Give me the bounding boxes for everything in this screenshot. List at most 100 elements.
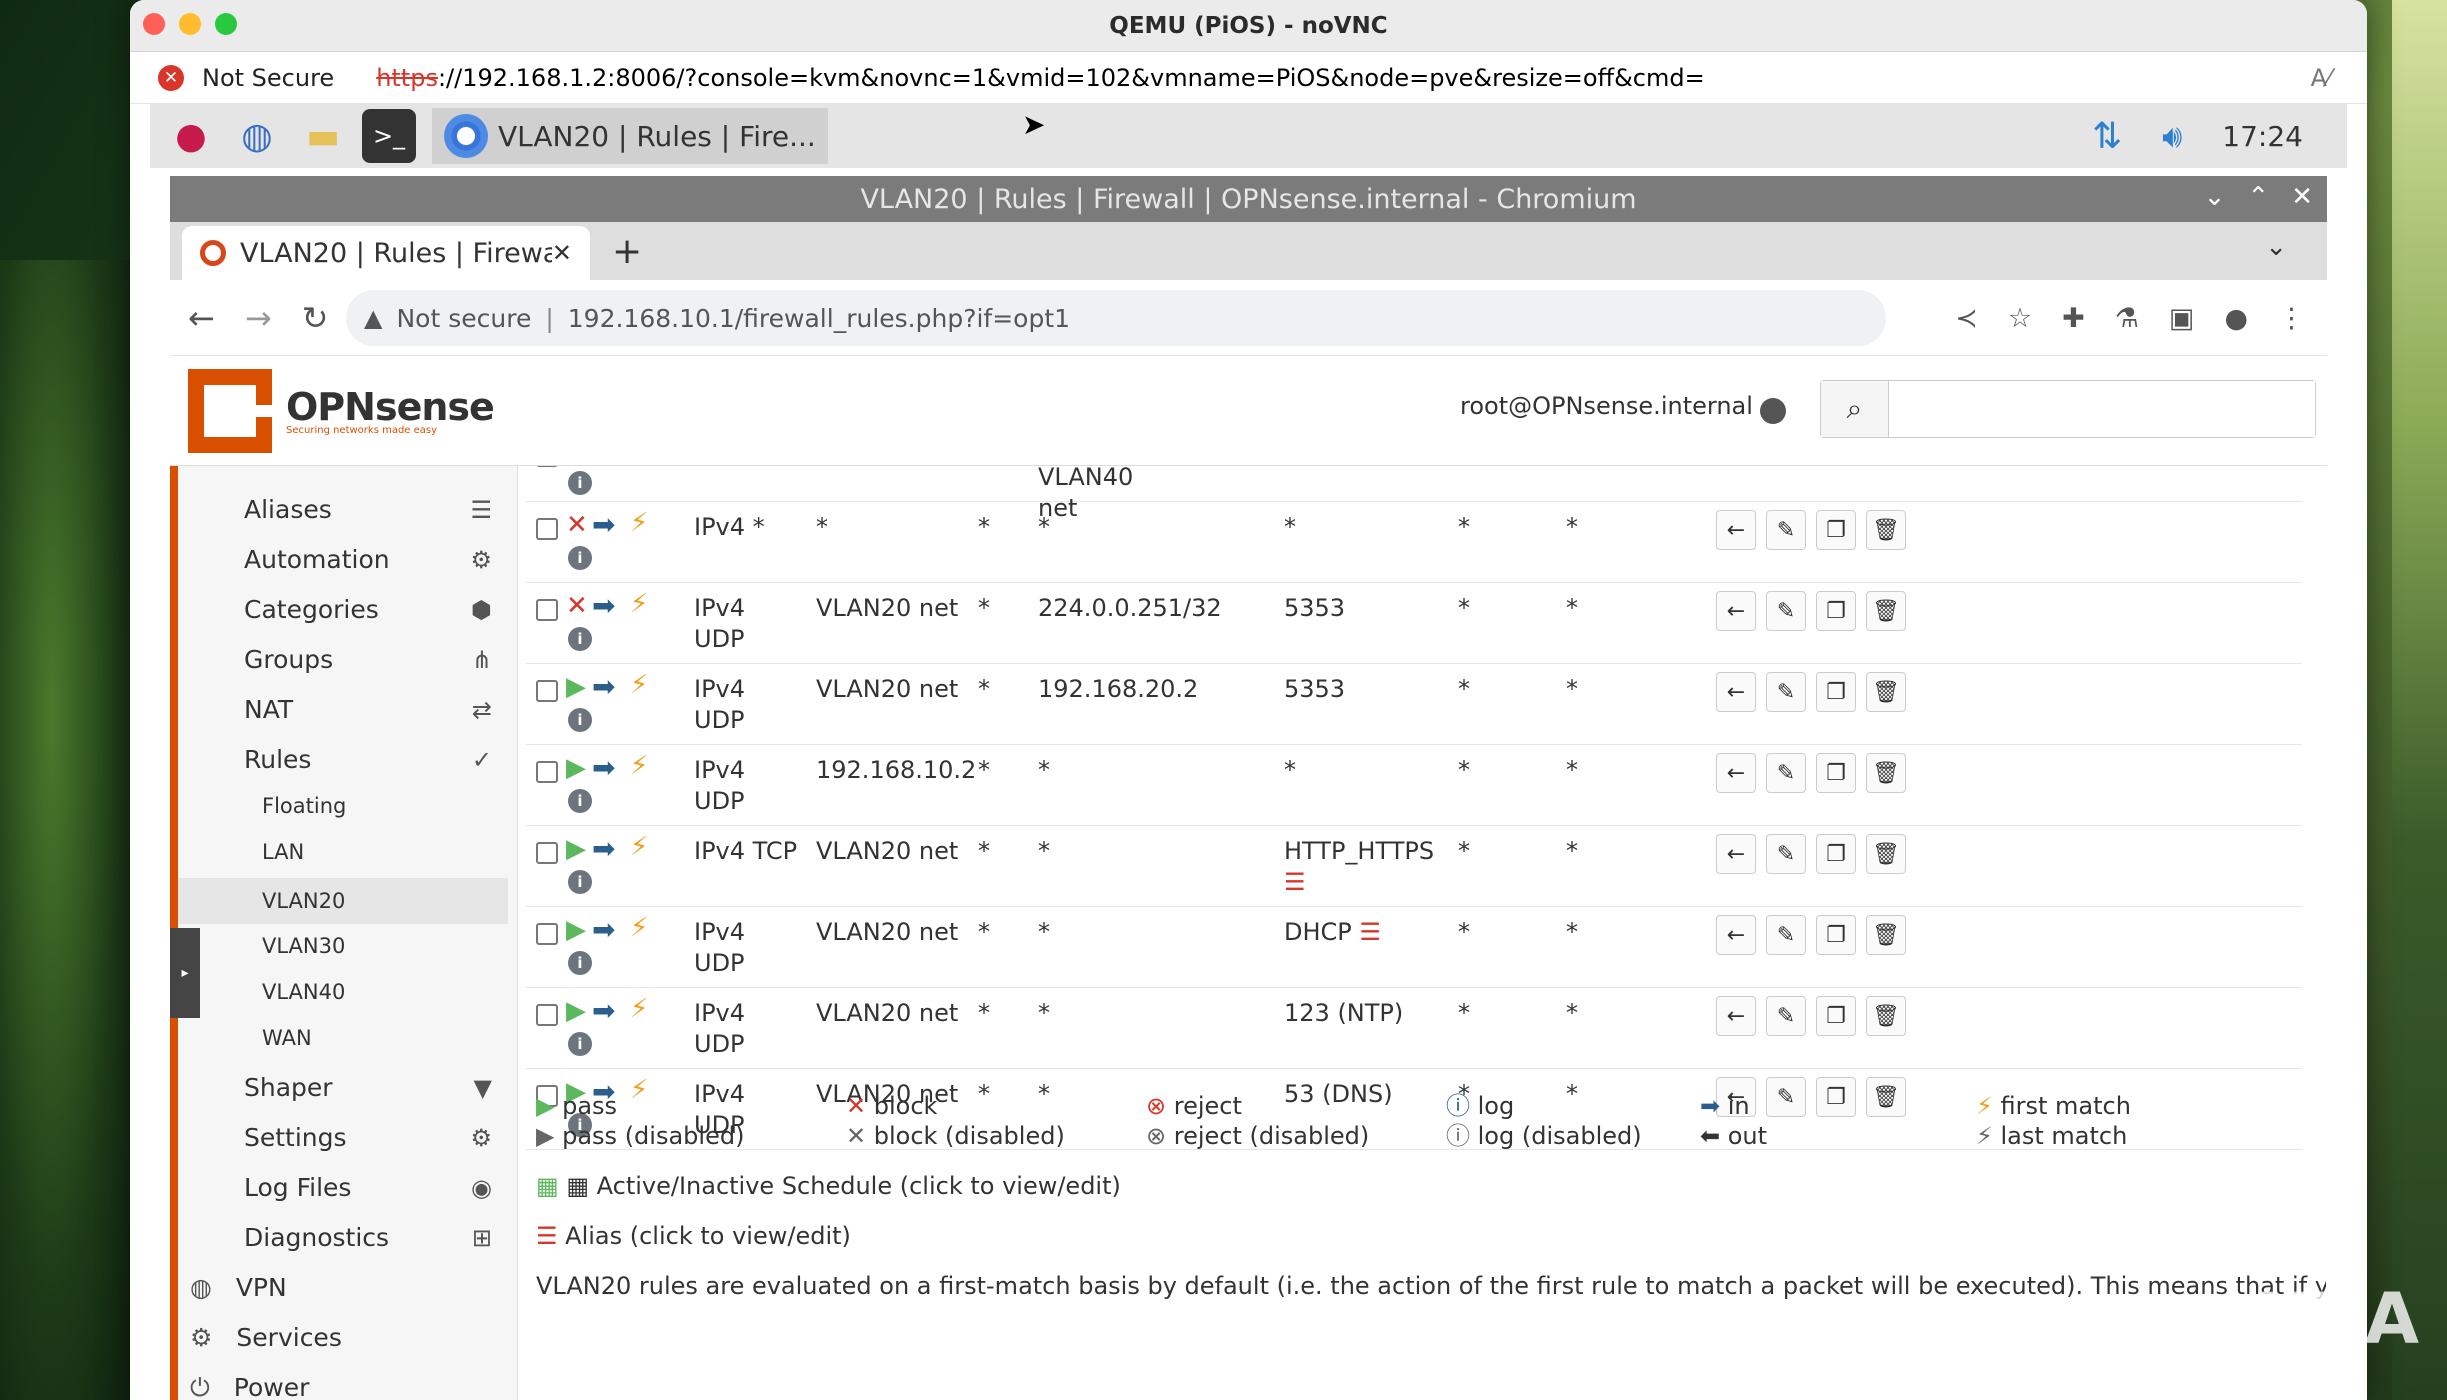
sidebar-subitem-vlan30[interactable]: VLAN30: [262, 926, 517, 966]
clone-icon[interactable]: ❐: [1816, 753, 1856, 793]
delete-icon[interactable]: 🗑︎: [1866, 591, 1906, 631]
tab-search-icon[interactable]: ⌄: [2265, 232, 2287, 262]
sidebar-subitem-vlan20[interactable]: VLAN20: [178, 878, 508, 924]
raspberry-icon[interactable]: ●: [164, 109, 218, 163]
sidebar-item-settings[interactable]: Settings ⚙: [244, 1118, 506, 1158]
edit-icon[interactable]: ✎: [1766, 996, 1806, 1036]
edit-icon[interactable]: ✎: [1766, 591, 1806, 631]
edit-icon[interactable]: ✎: [1766, 834, 1806, 874]
edit-icon[interactable]: ✎: [1766, 915, 1806, 955]
minimize-icon[interactable]: ⌄: [2204, 182, 2226, 212]
delete-icon[interactable]: 🗑︎: [1866, 915, 1906, 955]
sidebar-subitem-vlan40[interactable]: VLAN40: [262, 972, 517, 1012]
pass-icon[interactable]: ▶: [566, 753, 586, 783]
vnc-screen[interactable]: ● ◍ ▬ >_ VLAN20 | Rules | Fire... ⇅ 🔊︎ 1…: [150, 104, 2347, 1400]
row-checkbox[interactable]: [536, 466, 558, 467]
sidebar-item-categories[interactable]: Categories ⬢: [244, 590, 506, 630]
reader-icon[interactable]: A⁄: [2311, 64, 2331, 92]
clone-icon[interactable]: ❐: [1816, 996, 1856, 1036]
move-before-icon[interactable]: ←: [1716, 753, 1756, 793]
legend-schedule[interactable]: Active/Inactive Schedule (click to view/…: [597, 1172, 1121, 1200]
zoom-button[interactable]: [215, 13, 237, 35]
sidebar-item-aliases[interactable]: Aliases ☰: [244, 490, 506, 530]
info-icon[interactable]: i: [568, 471, 592, 495]
info-icon[interactable]: i: [568, 789, 592, 813]
labs-icon[interactable]: ⚗: [2115, 303, 2139, 334]
folder-icon[interactable]: ▬: [296, 109, 350, 163]
maximize-icon[interactable]: ⌃: [2247, 182, 2269, 212]
sidebar-item-nat[interactable]: NAT ⇄: [244, 690, 506, 730]
tab-close-icon[interactable]: ✕: [552, 239, 572, 267]
info-icon[interactable]: i: [568, 708, 592, 732]
row-checkbox[interactable]: [536, 1004, 558, 1026]
row-checkbox[interactable]: [536, 842, 558, 864]
pass-icon[interactable]: ▶: [566, 996, 586, 1026]
move-before-icon[interactable]: ←: [1716, 915, 1756, 955]
omnibox[interactable]: ▲ Not secure | 192.168.10.1/firewall_rul…: [346, 290, 1886, 346]
pass-icon[interactable]: ▶: [566, 915, 586, 945]
legend-alias[interactable]: Alias (click to view/edit): [565, 1222, 851, 1250]
sidebar-top-power[interactable]: ⏻ Power: [190, 1368, 452, 1400]
info-icon[interactable]: i: [568, 546, 592, 570]
forward-icon[interactable]: →: [245, 299, 272, 337]
tab-active[interactable]: VLAN20 | Rules | Firewa ✕: [182, 226, 590, 280]
url-text[interactable]: https://192.168.1.2:8006/?console=kvm&no…: [376, 64, 1705, 92]
row-checkbox[interactable]: [536, 518, 558, 540]
edit-icon[interactable]: ✎: [1766, 672, 1806, 712]
sidebar-subitem-lan[interactable]: LAN: [262, 832, 517, 872]
minimize-button[interactable]: [179, 13, 201, 35]
volume-icon[interactable]: 🔊︎: [2162, 117, 2182, 156]
delete-icon[interactable]: 🗑︎: [1866, 753, 1906, 793]
sidebar-item-groups[interactable]: Groups ⋔: [244, 640, 506, 680]
close-icon[interactable]: ✕: [2291, 182, 2313, 212]
info-icon[interactable]: i: [568, 951, 592, 975]
user-label[interactable]: root@OPNsense.internal: [1460, 392, 1753, 420]
menu-icon[interactable]: ⋮: [2278, 303, 2305, 334]
info-icon[interactable]: i: [568, 627, 592, 651]
safari-url-bar[interactable]: ✕ Not Secure https://192.168.1.2:8006/?c…: [130, 52, 2367, 104]
delete-icon[interactable]: 🗑︎: [1866, 996, 1906, 1036]
row-checkbox[interactable]: [536, 923, 558, 945]
row-checkbox[interactable]: [536, 680, 558, 702]
globe-icon[interactable]: ◍: [230, 109, 284, 163]
move-before-icon[interactable]: ←: [1716, 834, 1756, 874]
delete-icon[interactable]: 🗑︎: [1866, 672, 1906, 712]
sidebar-subitem-floating[interactable]: Floating: [262, 786, 517, 826]
sidebar-top-services[interactable]: ⚙ Services: [190, 1318, 452, 1358]
pass-icon[interactable]: ▶: [566, 834, 586, 864]
edit-icon[interactable]: ✎: [1766, 510, 1806, 550]
close-button[interactable]: [143, 13, 165, 35]
info-icon[interactable]: i: [568, 870, 592, 894]
move-before-icon[interactable]: ←: [1716, 591, 1756, 631]
sidebar-toggle[interactable]: ▸: [170, 928, 200, 1018]
clone-icon[interactable]: ❐: [1816, 591, 1856, 631]
clone-icon[interactable]: ❐: [1816, 510, 1856, 550]
block-icon[interactable]: ✕: [566, 591, 588, 621]
clone-icon[interactable]: ❐: [1816, 672, 1856, 712]
clone-icon[interactable]: ❐: [1816, 915, 1856, 955]
back-icon[interactable]: ←: [188, 299, 215, 337]
row-checkbox[interactable]: [536, 599, 558, 621]
alias-icon[interactable]: ☰: [1359, 918, 1381, 946]
share-icon[interactable]: ≺: [1955, 303, 1978, 334]
network-icon[interactable]: ⇅: [2092, 116, 2122, 157]
sidepanel-icon[interactable]: ▣: [2169, 303, 2195, 334]
terminal-icon[interactable]: >_: [362, 109, 416, 163]
edit-icon[interactable]: ✎: [1766, 753, 1806, 793]
extensions-icon[interactable]: ✚: [2062, 303, 2085, 334]
alias-icon[interactable]: ☰: [1284, 868, 1306, 896]
clone-icon[interactable]: ❐: [1816, 834, 1856, 874]
move-before-icon[interactable]: ←: [1716, 672, 1756, 712]
delete-icon[interactable]: 🗑︎: [1866, 834, 1906, 874]
sidebar-item-log-files[interactable]: Log Files ◉: [244, 1168, 506, 1208]
sidebar-item-rules[interactable]: Rules ✓: [244, 740, 506, 780]
move-before-icon[interactable]: ←: [1716, 996, 1756, 1036]
search-icon[interactable]: ⌕: [1821, 381, 1889, 437]
delete-icon[interactable]: 🗑︎: [1866, 510, 1906, 550]
sidebar-item-diagnostics[interactable]: Diagnostics ⊞: [244, 1218, 506, 1258]
sidebar-subitem-wan[interactable]: WAN: [262, 1018, 517, 1058]
sidebar-top-vpn[interactable]: ◍ VPN: [190, 1268, 452, 1308]
status-dot[interactable]: [1760, 398, 1786, 424]
info-icon[interactable]: i: [568, 1032, 592, 1056]
bookmark-star-icon[interactable]: ☆: [2008, 303, 2032, 334]
